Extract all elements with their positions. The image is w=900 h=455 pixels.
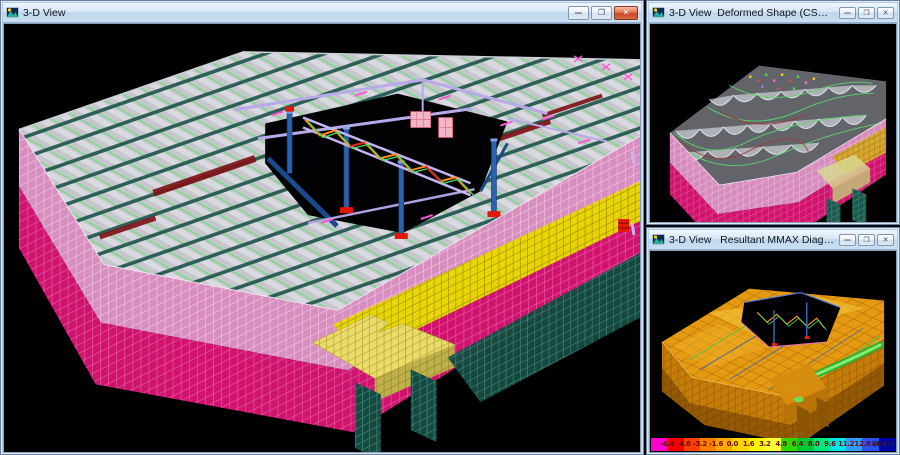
- restore-button[interactable]: ❐: [591, 6, 612, 20]
- legend-value-label: 4.8: [775, 438, 787, 451]
- legend-value-label: -4.8: [676, 438, 690, 451]
- minimize-button[interactable]: —: [839, 234, 856, 246]
- window-3d-view: 3-D View — ❐ ✕: [0, 0, 644, 455]
- minimize-button[interactable]: —: [568, 6, 589, 20]
- legend-value-label: -3.2: [693, 438, 707, 451]
- legend-value-label: -1.6: [709, 438, 723, 451]
- close-button[interactable]: ✕: [877, 234, 894, 246]
- window-title: 3-D View Resultant MMAX Diagram (CSW-DL+…: [669, 234, 835, 246]
- window-title: 3-D View Deformed Shape (CSW-DL+Qx): [669, 7, 835, 19]
- legend-value-label: 11.2: [838, 438, 854, 451]
- legend-exponent-label: (E+3): [873, 438, 893, 451]
- legend-value-label: 9.6: [824, 438, 836, 451]
- restore-button[interactable]: ❐: [858, 234, 875, 246]
- titlebar-3d-view[interactable]: 3-D View — ❐ ✕: [3, 3, 641, 23]
- restore-button[interactable]: ❐: [858, 7, 875, 19]
- legend-value-label: 8.0: [808, 438, 820, 451]
- legend-value-label: 3.2: [759, 438, 771, 451]
- deformed-viewport[interactable]: [649, 23, 897, 223]
- mmax-contour-graphic: [650, 251, 896, 439]
- close-button[interactable]: ✕: [877, 7, 894, 19]
- window-mmax-diagram: 3-D View Resultant MMAX Diagram (CSW-DL+…: [646, 227, 900, 455]
- titlebar-deformed[interactable]: 3-D View Deformed Shape (CSW-DL+Qx) — ❐ …: [649, 3, 897, 23]
- mdi-workspace: 3-D View — ❐ ✕: [0, 0, 900, 455]
- window-title: 3-D View: [23, 7, 564, 19]
- view-3d-icon: [6, 7, 19, 18]
- window-deformed-shape: 3-D View Deformed Shape (CSW-DL+Qx) — ❐ …: [646, 0, 900, 225]
- titlebar-mmax[interactable]: 3-D View Resultant MMAX Diagram (CSW-DL+…: [649, 230, 897, 250]
- legend-value-label: 1.6: [743, 438, 755, 451]
- view-3d-icon: [652, 234, 665, 245]
- mmax-viewport[interactable]: -6.4-4.8-3.2-1.6 0.0 1.6 3.2 4.8 6.4 8.0 9.611.…: [649, 250, 897, 453]
- legend-value-label: -6.4: [660, 438, 674, 451]
- close-button[interactable]: ✕: [614, 6, 638, 20]
- view-3d-icon: [652, 7, 665, 18]
- minimize-button[interactable]: —: [839, 7, 856, 19]
- model-viewport-3d[interactable]: [3, 23, 641, 453]
- legend-value-label: 0.0: [727, 438, 739, 451]
- structural-model-graphic: [4, 24, 640, 452]
- deformed-shape-graphic: [650, 24, 896, 222]
- contour-legend: -6.4-4.8-3.2-1.6 0.0 1.6 3.2 4.8 6.4 8.0 9.611.…: [651, 438, 895, 451]
- legend-value-label: 6.4: [792, 438, 804, 451]
- legend-value-label: 12.8: [854, 438, 870, 451]
